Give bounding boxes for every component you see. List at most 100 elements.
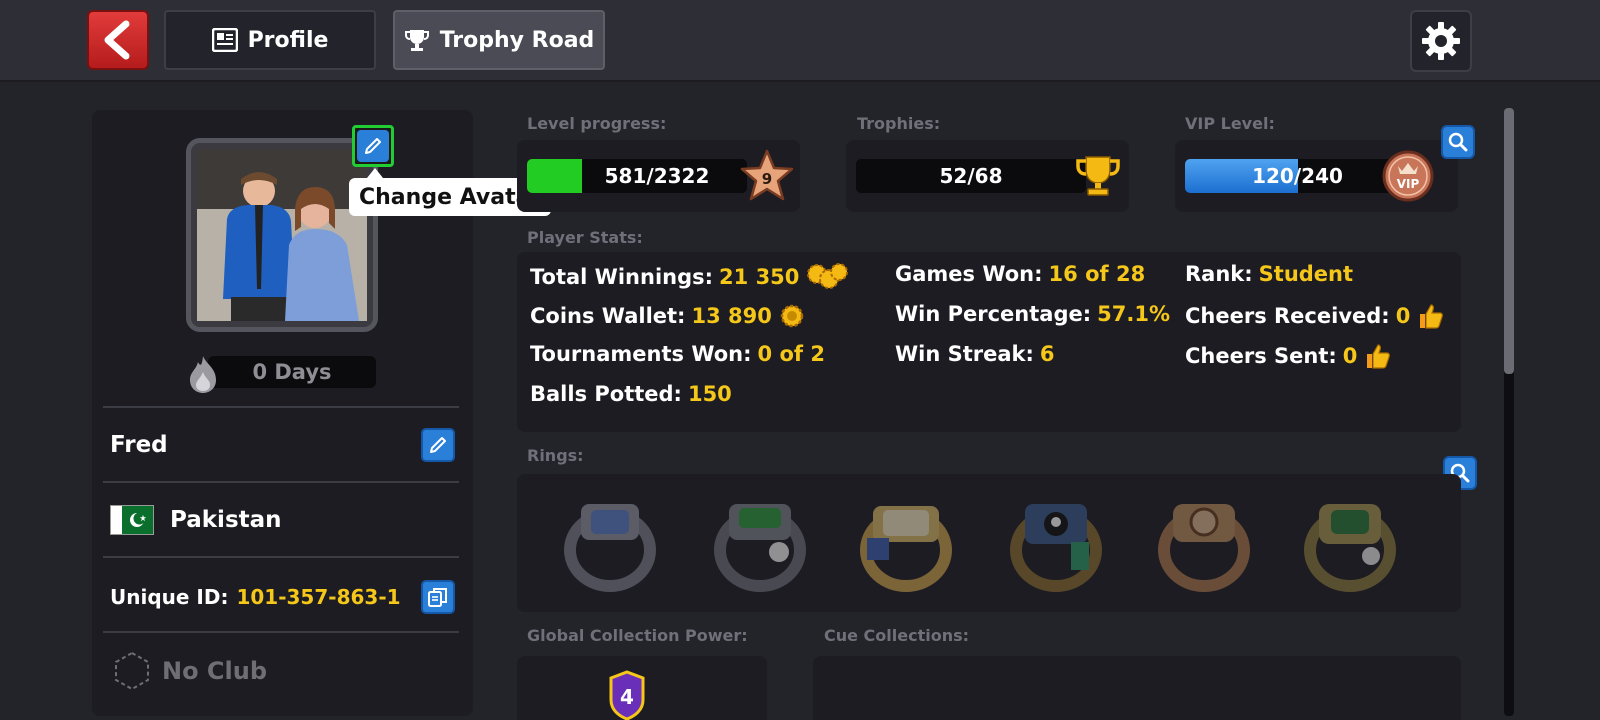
change-avatar-button[interactable] bbox=[352, 125, 394, 167]
gear-icon bbox=[1422, 22, 1460, 60]
player-name: Fred bbox=[110, 432, 168, 458]
stat-win-streak: Win Streak: 6 bbox=[895, 342, 1055, 366]
top-bar: Profile Trophy Road bbox=[0, 0, 1600, 82]
stat-value: 16 of 28 bbox=[1048, 262, 1146, 286]
stat-label: Cheers Received: bbox=[1185, 304, 1390, 328]
club-shield-icon bbox=[115, 651, 149, 691]
stat-label: Balls Potted: bbox=[530, 382, 682, 406]
scrollbar[interactable] bbox=[1504, 108, 1514, 716]
stat-label: Games Won: bbox=[895, 262, 1043, 286]
stat-label: Cheers Sent: bbox=[1185, 344, 1337, 368]
cue-collections-box[interactable] bbox=[813, 656, 1461, 720]
player-stats-label: Player Stats: bbox=[527, 228, 643, 247]
vip-progress-bar: 120/240 bbox=[1185, 159, 1410, 193]
stat-value: 0 bbox=[1342, 344, 1358, 368]
stat-value: 21 350 bbox=[719, 265, 800, 289]
flame-icon bbox=[190, 356, 216, 393]
trophies-label: Trophies: bbox=[857, 114, 941, 133]
rings-label: Rings: bbox=[527, 446, 584, 465]
stat-win-percentage: Win Percentage: 57.1% bbox=[895, 302, 1170, 326]
trophy-icon bbox=[404, 30, 429, 51]
stat-label: Total Winnings: bbox=[530, 265, 714, 289]
vip-level-label: VIP Level: bbox=[1185, 114, 1275, 133]
championship-ring-icon[interactable] bbox=[857, 494, 955, 592]
thumbs-up-icon bbox=[1420, 304, 1444, 329]
club-row[interactable]: No Club bbox=[112, 650, 267, 692]
unique-id-value: 101-357-863-1 bbox=[236, 585, 401, 609]
stat-value: 13 890 bbox=[691, 304, 772, 328]
login-streak: 0 Days bbox=[186, 354, 376, 393]
stat-value: 150 bbox=[687, 382, 732, 406]
stat-value: Student bbox=[1258, 262, 1354, 286]
stat-value: 0 bbox=[1395, 304, 1411, 328]
avatar-photo bbox=[197, 149, 367, 321]
vip-search-button[interactable] bbox=[1441, 125, 1475, 159]
country-name: Pakistan bbox=[170, 507, 282, 533]
stat-cheers-received: Cheers Received: 0 bbox=[1185, 302, 1444, 330]
unique-id-label: Unique ID: bbox=[110, 585, 229, 609]
trophies-text: 52/68 bbox=[939, 164, 1003, 188]
championship-ring-icon[interactable] bbox=[711, 494, 809, 592]
player-stats-box: Total Winnings: 21 350 Coins Wallet: 13 … bbox=[517, 252, 1461, 432]
divider bbox=[103, 631, 459, 633]
edit-name-button[interactable] bbox=[421, 428, 455, 462]
profile-card-icon bbox=[211, 28, 238, 52]
pencil-icon bbox=[365, 138, 381, 154]
vip-badge-text: VIP bbox=[1397, 177, 1420, 191]
coin-icon bbox=[780, 304, 804, 328]
stat-label: Tournaments Won: bbox=[530, 342, 752, 366]
stat-value: 0 of 2 bbox=[757, 342, 825, 366]
divider bbox=[103, 556, 459, 558]
scrollbar-thumb[interactable] bbox=[1504, 108, 1514, 374]
tab-profile[interactable]: Profile bbox=[164, 10, 376, 70]
stat-label: Rank: bbox=[1185, 262, 1253, 286]
tab-trophy-road[interactable]: Trophy Road bbox=[393, 10, 605, 70]
championship-ring-icon[interactable] bbox=[1155, 494, 1253, 592]
tab-profile-label: Profile bbox=[247, 27, 329, 53]
trophies-bar: 52/68 bbox=[856, 159, 1086, 193]
stat-coins-wallet: Coins Wallet: 13 890 bbox=[530, 302, 806, 330]
stat-games-won: Games Won: 16 of 28 bbox=[895, 262, 1145, 286]
global-collection-power-label: Global Collection Power: bbox=[527, 626, 748, 645]
championship-ring-icon[interactable] bbox=[1301, 494, 1399, 592]
championship-ring-icon[interactable] bbox=[561, 494, 659, 592]
stat-value: 6 bbox=[1039, 342, 1055, 366]
club-name: No Club bbox=[162, 657, 268, 685]
stat-tournaments-won: Tournaments Won: 0 of 2 bbox=[530, 342, 825, 366]
back-arrow-icon bbox=[104, 20, 130, 60]
level-progress-box: 581/2322 9 bbox=[517, 140, 800, 212]
vip-progress-text: 120/240 bbox=[1252, 164, 1343, 188]
collection-power-value: 4 bbox=[620, 685, 634, 709]
vip-badge-icon: VIP bbox=[1382, 150, 1434, 202]
stat-label: Win Streak: bbox=[895, 342, 1034, 366]
level-number: 9 bbox=[762, 170, 772, 188]
championship-ring-icon[interactable] bbox=[1007, 494, 1105, 592]
tab-trophy-road-label: Trophy Road bbox=[439, 27, 595, 53]
avatar[interactable] bbox=[186, 138, 378, 332]
search-icon bbox=[1448, 132, 1468, 152]
divider bbox=[103, 481, 459, 483]
back-button[interactable] bbox=[87, 10, 149, 70]
copy-icon bbox=[428, 588, 447, 607]
stat-value: 57.1% bbox=[1097, 302, 1170, 326]
global-collection-power-box[interactable]: 4 bbox=[517, 656, 767, 720]
settings-button[interactable] bbox=[1410, 10, 1472, 72]
level-star-icon: 9 bbox=[740, 149, 794, 201]
stat-label: Coins Wallet: bbox=[530, 304, 686, 328]
trophies-box: 52/68 bbox=[846, 140, 1129, 212]
thumbs-up-icon bbox=[1367, 344, 1391, 369]
country-row: Pakistan bbox=[110, 500, 282, 540]
level-progress-label: Level progress: bbox=[527, 114, 667, 133]
trophy-icon bbox=[1076, 156, 1120, 196]
stat-total-winnings: Total Winnings: 21 350 bbox=[530, 262, 849, 292]
pencil-icon bbox=[430, 437, 446, 453]
coin-stack-icon bbox=[807, 263, 849, 289]
copy-id-button[interactable] bbox=[421, 580, 455, 614]
cue-collections-label: Cue Collections: bbox=[824, 626, 970, 645]
stat-cheers-sent: Cheers Sent: 0 bbox=[1185, 342, 1391, 370]
pakistan-flag-icon bbox=[110, 505, 154, 535]
player-name-row: Fred bbox=[110, 425, 455, 465]
collection-shield-icon: 4 bbox=[609, 670, 645, 720]
unique-id-row: Unique ID: 101-357-863-1 bbox=[110, 577, 455, 617]
level-progress-text: 581/2322 bbox=[604, 164, 710, 188]
